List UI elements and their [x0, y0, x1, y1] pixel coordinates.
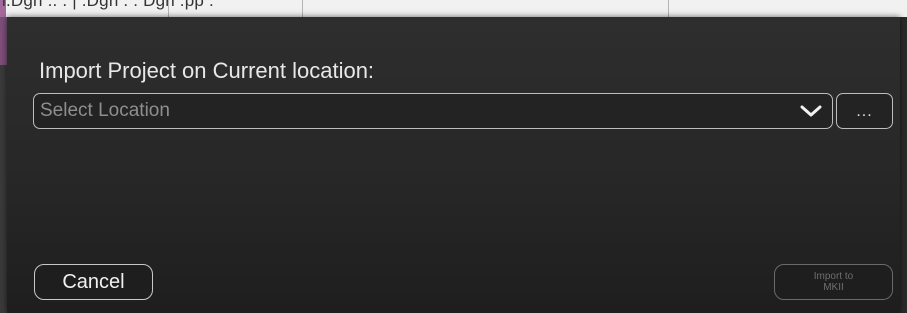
import-button-label-line1: Import to: [813, 271, 854, 282]
import-project-dialog: Import Project on Current location: Sele…: [7, 17, 900, 313]
background-app-strip: l.Dgn .. . | .Dgn . . Dgn .pp .: [0, 0, 907, 17]
background-divider: [168, 0, 169, 17]
background-divider: [302, 0, 303, 17]
background-divider: [668, 0, 669, 17]
location-select[interactable]: Select Location: [33, 93, 833, 129]
screen: l.Dgn .. . | .Dgn . . Dgn .pp . Import P…: [0, 0, 907, 313]
browse-location-button[interactable]: ...: [836, 93, 893, 129]
import-to-mkii-button[interactable]: Import to MKII: [774, 264, 893, 300]
chevron-down-icon[interactable]: [800, 104, 822, 118]
background-app-text: l.Dgn .. . | .Dgn . . Dgn .pp .: [2, 0, 214, 10]
location-select-placeholder: Select Location: [40, 100, 170, 121]
background-right-edge: [900, 17, 907, 313]
background-left-accent: [0, 17, 7, 65]
cancel-button[interactable]: Cancel: [34, 264, 153, 300]
import-button-label-line2: MKII: [823, 282, 844, 293]
dialog-title: Import Project on Current location:: [39, 58, 375, 83]
